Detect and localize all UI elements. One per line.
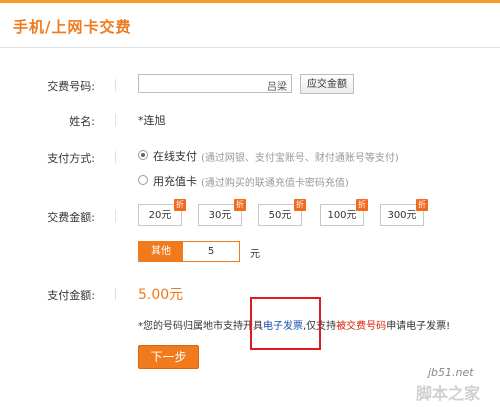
- online-payment-label[interactable]: 在线支付: [153, 148, 197, 164]
- divider: [115, 114, 116, 126]
- amount-option-100[interactable]: 100元 折: [320, 199, 368, 226]
- discount-badge: 折: [174, 199, 186, 211]
- annotation-highlight-box: [250, 297, 321, 350]
- phone-input[interactable]: 吕梁: [138, 74, 292, 93]
- notice-text: *您的号码归属地市支持开具: [138, 321, 263, 332]
- currency-unit: 元: [250, 249, 260, 260]
- pay-amount-label: 支付金额:: [47, 289, 95, 302]
- other-amount-input[interactable]: 5: [183, 242, 239, 261]
- radio-recharge-card[interactable]: [138, 175, 148, 185]
- watermark-site: jb51.net: [428, 366, 474, 379]
- amount-option-label: 300元: [387, 210, 417, 221]
- discount-badge: 折: [416, 199, 428, 211]
- online-payment-hint: (通过网银、支付宝账号、财付通账号等支付): [201, 153, 399, 164]
- amount-option-20[interactable]: 20元 折: [138, 199, 186, 226]
- divider: [115, 288, 116, 300]
- name-label: 姓名:: [69, 115, 95, 128]
- payment-method-label: 支付方式:: [47, 152, 95, 165]
- page-header: 手机/上网卡交费: [0, 3, 500, 48]
- discount-badge: 折: [356, 199, 368, 211]
- amount-option-label: 50元: [268, 210, 292, 221]
- recharge-card-hint: (通过购买的联通充值卡密码充值): [201, 178, 349, 189]
- divider: [115, 210, 116, 222]
- phone-region-label: 吕梁: [267, 82, 287, 93]
- amount-option-30[interactable]: 30元 折: [198, 199, 246, 226]
- divider: [115, 151, 116, 163]
- amount-option-50[interactable]: 50元 折: [258, 199, 306, 226]
- phone-label: 交费号码:: [47, 80, 95, 93]
- pay-amount-value: 5.00元: [138, 287, 184, 303]
- amount-option-label: 20元: [148, 210, 172, 221]
- recharge-card-label[interactable]: 用充值卡: [153, 173, 197, 189]
- amount-option-label: 100元: [327, 210, 357, 221]
- next-step-button[interactable]: 下一步: [138, 345, 199, 369]
- notice-text: 申请电子发票!: [386, 321, 451, 332]
- watermark-name: 脚本之家: [416, 384, 481, 403]
- page-title: 手机/上网卡交费: [13, 18, 132, 36]
- amount-label: 交费金额:: [47, 211, 95, 224]
- radio-online-payment[interactable]: [138, 150, 148, 160]
- discount-badge: 折: [294, 199, 306, 211]
- name-value: *连旭: [138, 114, 166, 127]
- divider: [115, 79, 116, 91]
- query-amount-button[interactable]: 应交金额: [300, 74, 354, 94]
- amount-option-label: 30元: [208, 210, 232, 221]
- paid-number-highlight: 被交费号码: [336, 321, 387, 332]
- amount-option-300[interactable]: 300元 折: [380, 199, 428, 226]
- discount-badge: 折: [234, 199, 246, 211]
- other-amount-field[interactable]: 其他 5: [138, 241, 240, 262]
- other-amount-tag[interactable]: 其他: [139, 242, 183, 261]
